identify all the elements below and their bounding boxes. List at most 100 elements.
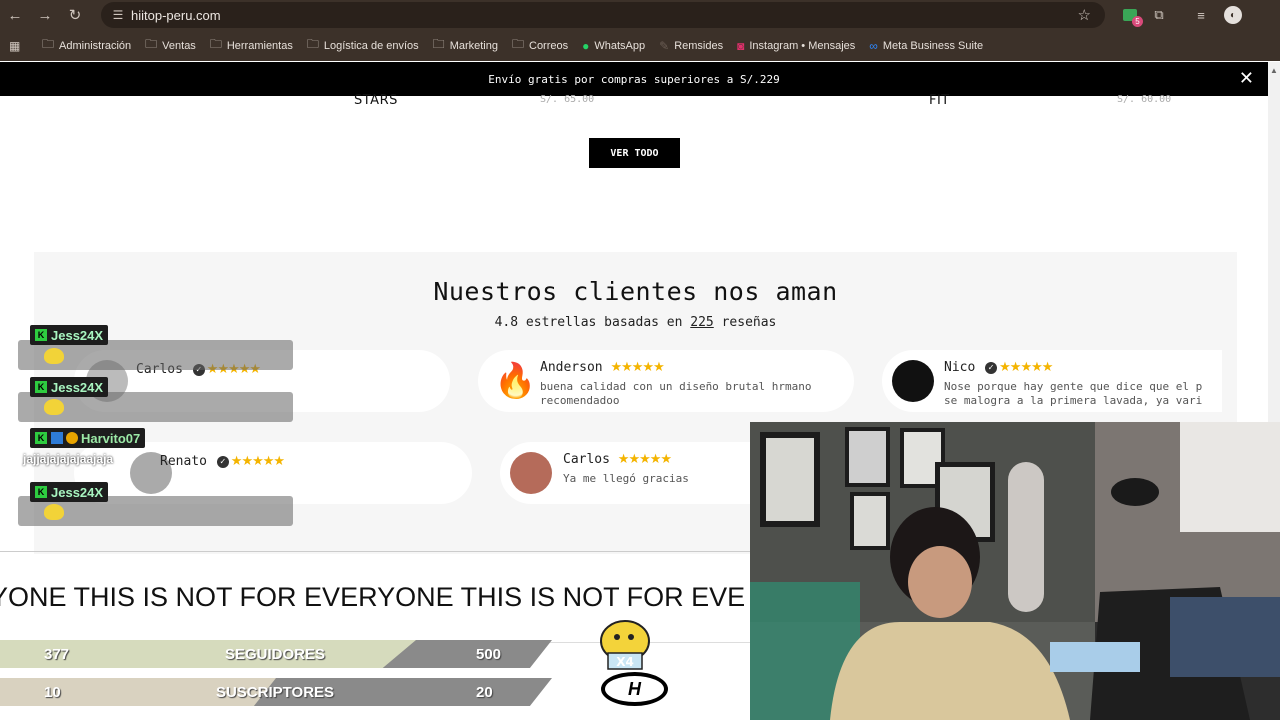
announcement-bar: Envío gratis por compras superiores a S/…: [0, 62, 1268, 96]
product-name-right[interactable]: FIT: [929, 93, 950, 108]
sub-badge-icon: [66, 432, 78, 444]
reviewer-name-text: Nico: [944, 360, 976, 375]
logo-letter: H: [628, 678, 641, 699]
bookmark-label: Ventas: [162, 39, 196, 52]
mascot-label: X4: [616, 655, 634, 669]
emote-icon: [44, 399, 64, 415]
chat-user-text: Jess24X: [51, 484, 104, 500]
goal-label: SEGUIDORES: [224, 646, 326, 663]
extension-count: 5: [1132, 16, 1143, 27]
mod-badge-icon: K: [35, 329, 47, 341]
bookmark-meta[interactable]: ∞ Meta Business Suite: [869, 39, 983, 53]
address-bar[interactable]: ☰ hiitop-peru.com ☆: [101, 2, 1105, 28]
goal-current: 10: [44, 684, 61, 701]
reviewer-avatar: [510, 452, 552, 494]
bookmark-remsides[interactable]: ✎ Remsides: [659, 39, 723, 53]
url-text[interactable]: hiitop-peru.com: [131, 8, 221, 23]
review-card: Nico ✓ ★★★★★ Nose porque hay gente que di…: [882, 350, 1222, 412]
bookmark-label: Instagram • Mensajes: [749, 39, 856, 52]
review-text: Nose porque hay gente que dice que el ps…: [944, 380, 1220, 408]
forward-icon[interactable]: →: [30, 0, 60, 30]
bookmark-label: Meta Business Suite: [882, 39, 984, 52]
rating-stars: ★★★★★: [999, 360, 1053, 375]
ver-todo-button[interactable]: VER TODO: [589, 138, 680, 168]
reviewer-avatar: [892, 360, 934, 402]
product-name-left[interactable]: STARS: [354, 93, 398, 108]
media-queue-icon[interactable]: ≡: [1191, 5, 1211, 25]
chat-username: K Jess24X: [30, 377, 109, 397]
reviewer-name: Anderson ★★★★★: [540, 360, 665, 375]
fire-avatar-icon: 🔥: [494, 362, 537, 400]
bookmark-logistica[interactable]: 🗀 Logística de envíos: [307, 35, 419, 56]
extensions-puzzle-icon[interactable]: ⧉: [1149, 5, 1169, 25]
product-price-right: S/. 60.00: [1117, 94, 1172, 105]
bookmark-label: Administración: [59, 39, 132, 52]
reload-icon[interactable]: ↻: [60, 0, 90, 30]
folder-icon: 🗀: [209, 37, 222, 51]
review-line-1: buena calidad con un diseño brutal hrman…: [540, 380, 812, 393]
site-info-icon[interactable]: ☰: [105, 8, 131, 22]
reviews-count-link[interactable]: 225: [690, 315, 713, 330]
subscribers-goal: 10 SUSCRIPTORES 20: [0, 678, 552, 706]
webcam-scene: [750, 422, 1280, 720]
reviewer-name-text: Anderson: [540, 360, 603, 375]
review-line-2: recomendadoo: [540, 394, 620, 407]
bookmark-star-icon[interactable]: ☆: [1078, 6, 1091, 24]
bookmark-label: Herramientas: [226, 39, 293, 52]
whatsapp-icon: ●: [582, 38, 590, 53]
folder-icon: 🗀: [306, 37, 319, 51]
section-divider: [0, 551, 750, 552]
bookmark-administracion[interactable]: 🗀 Administración: [42, 35, 131, 56]
reviewer-name-text: Carlos: [563, 452, 610, 467]
emote-icon: [44, 348, 64, 364]
remsides-icon: ✎: [659, 38, 670, 53]
vip-badge-icon: [51, 432, 63, 444]
bookmark-label: Correos: [529, 39, 569, 52]
chat-user-text: Jess24X: [51, 327, 104, 343]
bookmark-label: Remsides: [674, 39, 724, 52]
back-icon[interactable]: ←: [0, 0, 30, 30]
chat-username: K Harvito07: [30, 428, 146, 448]
goal-label: SUSCRIPTORES: [215, 684, 335, 701]
marquee-banner: YONE THIS IS NOT FOR EVERYONE THIS IS NO…: [0, 582, 746, 612]
bookmark-instagram[interactable]: ◙ Instagram • Mensajes: [737, 39, 855, 53]
apps-grid-icon[interactable]: ▦: [9, 39, 23, 53]
bookmark-ventas[interactable]: 🗀 Ventas: [145, 35, 196, 56]
goal-current: 377: [44, 646, 70, 663]
profile-avatar[interactable]: ◐: [1224, 6, 1242, 24]
bookmark-herramientas[interactable]: 🗀 Herramientas: [210, 35, 293, 56]
bookmark-correos[interactable]: 🗀 Correos: [512, 35, 568, 56]
chat-message-text: jajjajajajajaajaja: [23, 452, 114, 466]
rating-stars: ★★★★★: [617, 452, 672, 467]
review-text: buena calidad con un diseño brutal hrman…: [540, 380, 840, 408]
reviews-title: Nuestros clientes nos aman: [433, 277, 838, 306]
folder-icon: 🗀: [432, 37, 445, 51]
mod-badge-icon: K: [35, 432, 47, 444]
bookmark-label: WhatsApp: [594, 39, 646, 52]
bookmark-marketing[interactable]: 🗀 Marketing: [433, 35, 498, 56]
brand-logo: H: [601, 672, 668, 706]
mod-badge-icon: K: [35, 381, 47, 393]
folder-icon: 🗀: [145, 37, 158, 51]
close-icon[interactable]: ✕: [1239, 70, 1254, 88]
reviews-subtitle: 4.8 estrellas basadas en 225 reseñas: [34, 315, 1237, 330]
followers-goal: 377 SEGUIDORES 500: [0, 640, 552, 668]
browser-toolbar: ← → ↻ ☰ hiitop-peru.com ☆ 5 ⧉ ≡ ◐: [0, 0, 1280, 30]
instagram-icon: ◙: [737, 38, 745, 53]
bookmark-whatsapp[interactable]: ● WhatsApp: [582, 39, 645, 53]
mascot-icon: X4: [600, 620, 650, 670]
mod-badge-icon: K: [35, 486, 47, 498]
chat-user-text: Jess24X: [51, 379, 104, 395]
bookmarks-bar: ▦ 🗀 Administración 🗀 Ventas 🗀 Herramientas …: [0, 30, 1280, 61]
chat-username: K Jess24X: [30, 482, 109, 502]
extension-badge-icon[interactable]: 5: [1120, 5, 1143, 27]
reviewer-name: Nico ✓ ★★★★★: [944, 360, 1053, 375]
reviews-sub-suffix: reseñas: [713, 315, 777, 330]
folder-icon: 🗀: [511, 37, 524, 51]
chat-username: K Jess24X: [30, 325, 109, 345]
product-price-left: S/. 65.00: [540, 94, 595, 105]
meta-icon: ∞: [869, 38, 878, 53]
emote-icon: [44, 504, 64, 520]
scroll-up-icon[interactable]: ▲: [1270, 66, 1278, 75]
reviewer-name: Carlos ★★★★★: [563, 452, 672, 467]
